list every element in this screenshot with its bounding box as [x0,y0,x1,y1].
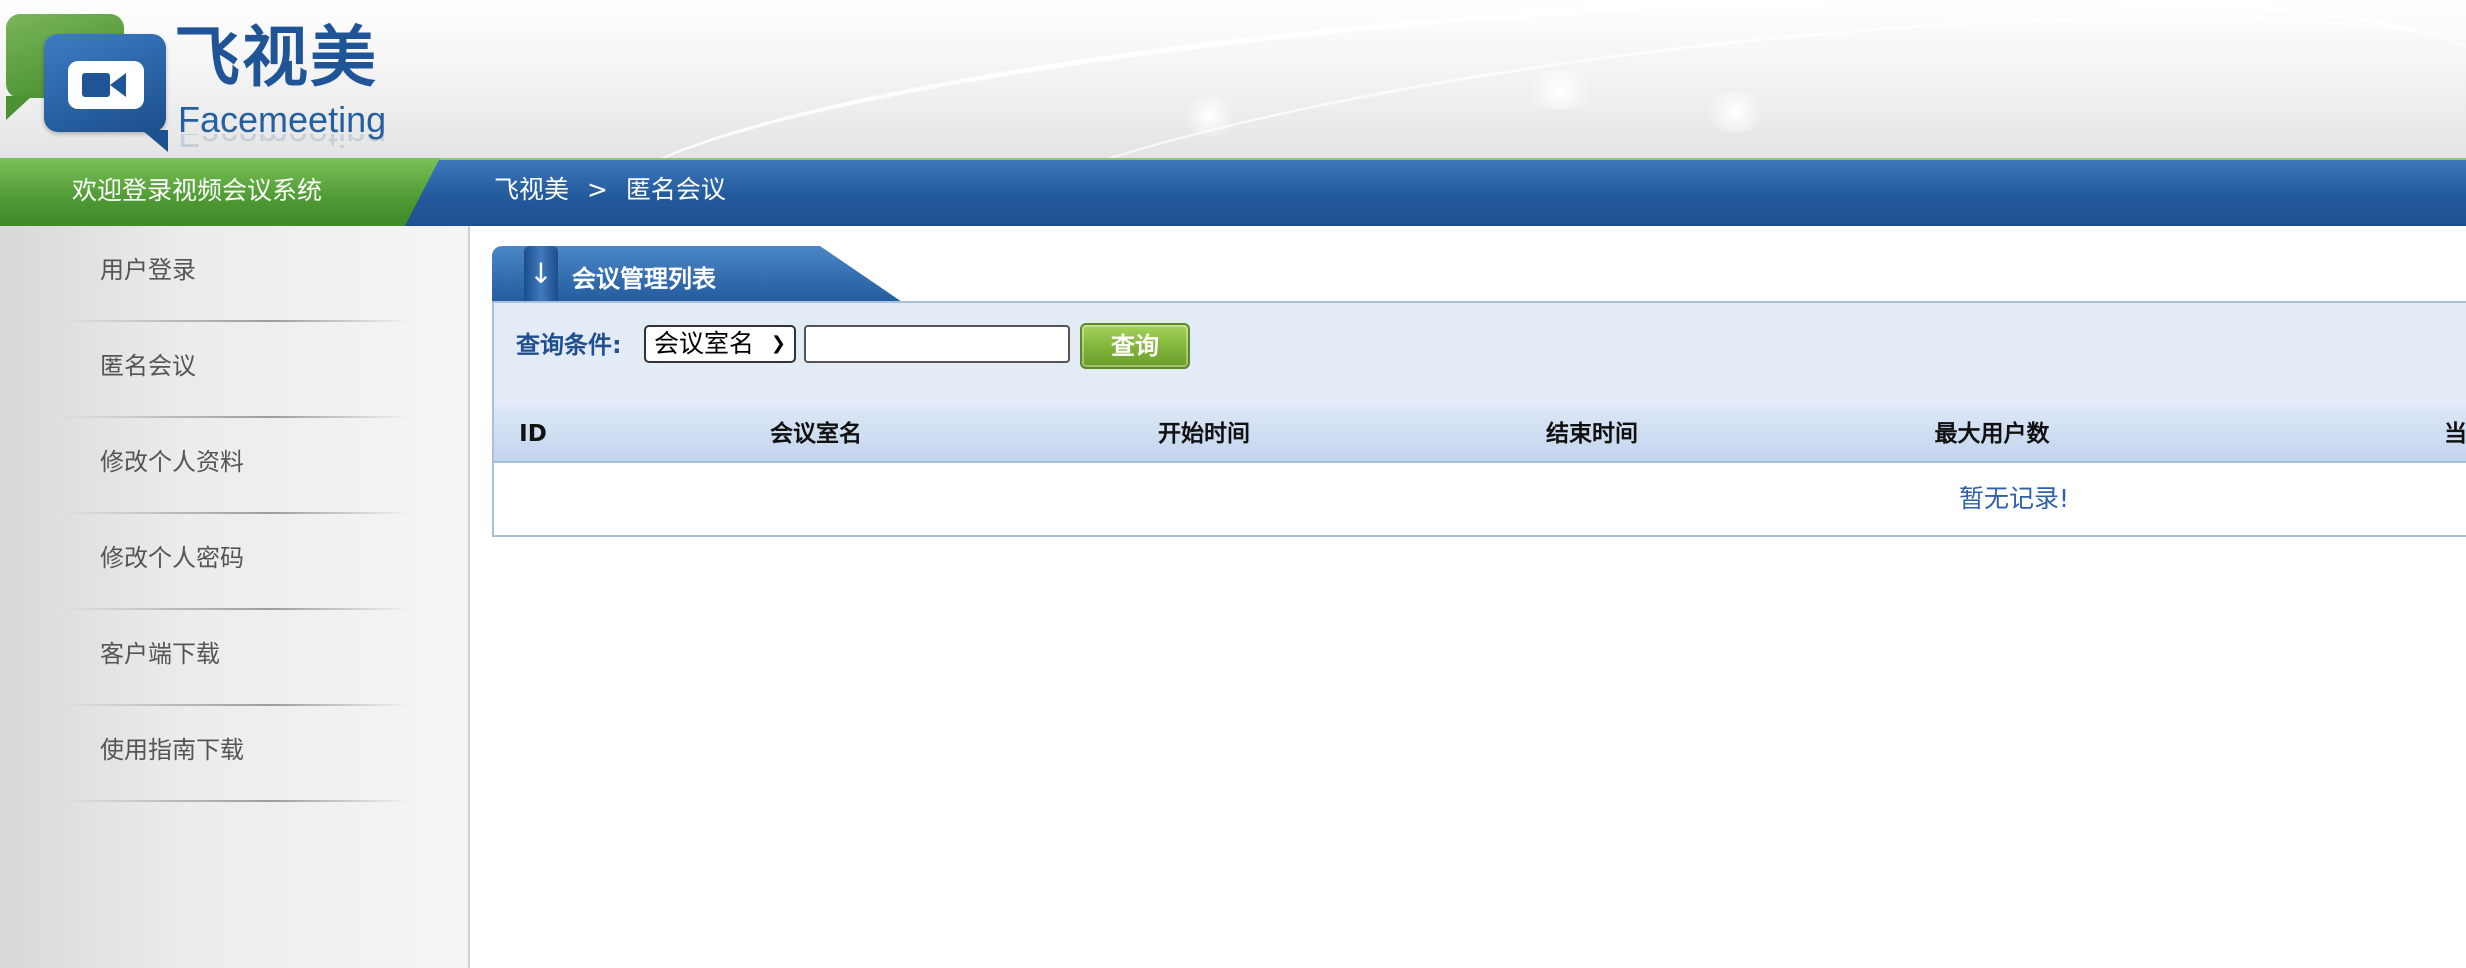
search-bar: 查询条件: 会议室名 ❯ 查询 [494,303,2466,407]
header-banner: 飞视美 Facemeeting Facemeeting [0,0,2466,158]
panel-title: 会议管理列表 [572,265,716,293]
sidebar-item-client-download[interactable]: 客户端下载 [0,610,468,706]
sidebar-item-anonymous-meeting[interactable]: 匿名会议 [0,322,468,418]
column-header-end-time: 结束时间 [1546,421,1638,447]
sidebar-item-label[interactable]: 修改个人密码 [100,540,244,576]
table-header: ID 会议室名 开始时间 结束时间 最大用户数 当 [494,407,2466,463]
sidebar-item-label[interactable]: 用户登录 [100,252,196,288]
welcome-text: 欢迎登录视频会议系统 [72,176,323,205]
header-glow [1700,92,1770,132]
search-field-select[interactable]: 会议室名 ❯ [644,325,796,363]
column-header-max-users: 最大用户数 [1934,421,2050,447]
empty-message: 暂无记录! [1958,484,2070,513]
logo-chinese-name: 飞视美 [174,19,378,96]
breadcrumb-current: 匿名会议 [625,175,726,204]
breadcrumb-home[interactable]: 飞视美 [494,172,569,208]
search-button[interactable]: 查询 [1080,323,1190,369]
column-header-id: ID [519,421,547,447]
logo-reflection: Facemeeting [178,134,387,155]
video-camera-icon [44,34,168,152]
header-glow [1520,70,1600,110]
search-input[interactable] [804,325,1070,363]
sidebar-divider [60,800,410,802]
sidebar-item-label[interactable]: 使用指南下载 [100,732,244,768]
meeting-list-panel: 查询条件: 会议室名 ❯ 查询 ID 会议室名 开始时间 结束时间 最大用户数 … [492,301,2466,537]
sidebar-item-edit-profile[interactable]: 修改个人资料 [0,418,468,514]
down-arrow-icon: ↓ [524,246,558,302]
search-label: 查询条件: [516,331,622,359]
sidebar: 用户登录 匿名会议 修改个人资料 修改个人密码 客户端下载 使用指南下载 [0,226,470,968]
table-empty-row: 暂无记录! [494,463,2466,535]
column-header-current: 当 [2444,421,2466,447]
chevron-down-icon: ❯ [770,333,786,354]
breadcrumb: 飞视美 > 匿名会议 [494,172,726,208]
column-header-room-name: 会议室名 [770,421,862,447]
facemeeting-logo: 飞视美 Facemeeting Facemeeting [6,14,406,158]
header-glow [1180,96,1240,136]
breadcrumb-separator: > [586,175,608,204]
sidebar-item-change-password[interactable]: 修改个人密码 [0,514,468,610]
sidebar-item-label[interactable]: 修改个人资料 [100,444,244,480]
column-header-start-time: 开始时间 [1158,421,1250,447]
search-field-value: 会议室名 [654,329,755,358]
sidebar-item-label[interactable]: 客户端下载 [100,636,220,672]
sidebar-menu: 用户登录 匿名会议 修改个人资料 修改个人密码 客户端下载 使用指南下载 [0,226,468,802]
sidebar-item-guide-download[interactable]: 使用指南下载 [0,706,468,802]
sidebar-item-user-login[interactable]: 用户登录 [0,226,468,322]
sidebar-item-label[interactable]: 匿名会议 [100,348,196,384]
